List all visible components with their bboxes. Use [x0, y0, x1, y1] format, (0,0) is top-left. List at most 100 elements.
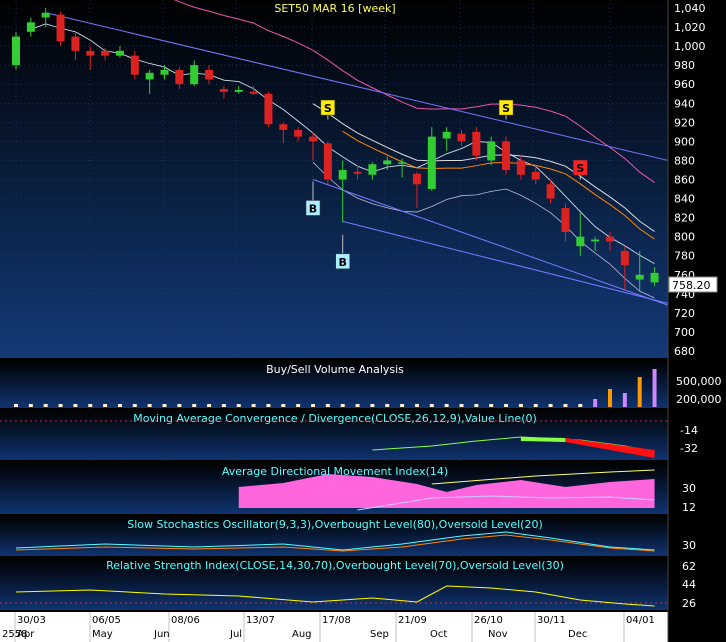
- price-tick-label: 980: [674, 59, 695, 72]
- volume-bar: [88, 404, 93, 407]
- rsi-tick-2: 44: [682, 578, 696, 591]
- date-tick-label: 21/09: [398, 615, 427, 626]
- volume-bar: [608, 389, 612, 407]
- candle-body: [145, 72, 154, 80]
- price-tick-label: 680: [674, 345, 695, 358]
- candle-body: [41, 12, 50, 18]
- candle-body: [294, 129, 303, 137]
- volume-bar: [578, 404, 583, 407]
- volume-bar: [192, 404, 197, 407]
- candle-body: [591, 239, 600, 242]
- month-label: Oct: [430, 629, 447, 640]
- month-label: Jul: [229, 629, 242, 640]
- price-tick-label: 960: [674, 78, 695, 91]
- month-label: Dec: [568, 629, 587, 640]
- volume-bar: [429, 404, 434, 407]
- candle-body: [26, 22, 35, 32]
- month-label: Jun: [153, 629, 170, 640]
- volume-bar: [385, 404, 390, 407]
- candle-body: [219, 88, 228, 92]
- month-label: Sep: [370, 629, 389, 640]
- stochastic-tick-1: 30: [682, 539, 696, 552]
- price-axis: 1,040 1,020 1,000 980 960 940 920 900 880 860 840 8…: [674, 2, 706, 358]
- candle-body: [383, 160, 392, 165]
- volume-bar: [281, 404, 286, 407]
- candle-body: [338, 169, 347, 180]
- candle-body: [576, 236, 585, 247]
- candle-body: [412, 173, 421, 185]
- chart-window: S B B S S SET50 MAR 16 [week] 1,040 1,020 1,00…: [0, 0, 726, 642]
- volume-bar: [162, 404, 167, 407]
- price-tick-label: 1,040: [674, 2, 706, 15]
- candle-body: [175, 69, 184, 85]
- volume-bar: [593, 399, 598, 407]
- price-tick-label: 920: [674, 116, 695, 129]
- price-tick-label: 1,020: [674, 21, 706, 34]
- candle-body: [457, 133, 466, 142]
- price-tick-label: 860: [674, 174, 695, 187]
- signal-marker-label: B: [309, 202, 317, 215]
- volume-bar: [28, 404, 33, 407]
- date-tick-label: 06/05: [92, 615, 121, 626]
- price-tick-label: 780: [674, 250, 695, 263]
- volume-bar: [355, 404, 360, 407]
- price-tick-label: 820: [674, 212, 695, 225]
- price-tick-label: 840: [674, 193, 695, 206]
- volume-tick-1: 500,000: [676, 375, 722, 388]
- stock-chart-svg: S B B S S SET50 MAR 16 [week] 1,040 1,020 1,00…: [0, 0, 722, 642]
- candle-body: [650, 272, 659, 283]
- rsi-title: Relative Strength Index(CLOSE,14,30,70),…: [106, 559, 564, 572]
- candle-body: [264, 93, 273, 125]
- candle-body: [56, 14, 65, 42]
- volume-bar: [652, 369, 657, 407]
- candle-body: [205, 69, 214, 80]
- candle-body: [234, 89, 243, 92]
- candle-body: [472, 131, 481, 156]
- candle-body: [249, 91, 258, 94]
- candle-body: [606, 236, 614, 242]
- volume-bar: [58, 404, 63, 407]
- candle-body: [427, 136, 436, 190]
- volume-bar: [370, 404, 375, 407]
- volume-bar: [73, 404, 78, 407]
- volume-bar: [563, 404, 568, 407]
- candle-body: [115, 50, 124, 56]
- date-tick-label: 17/08: [322, 615, 351, 626]
- volume-bar: [43, 404, 48, 407]
- signal-marker-label: B: [339, 256, 347, 269]
- candle-body: [160, 69, 169, 75]
- last-price-value: 758.20: [672, 279, 711, 292]
- candle-body: [309, 136, 317, 142]
- volume-bar: [518, 404, 523, 407]
- volume-bar: [637, 377, 642, 407]
- candle-body: [71, 36, 80, 51]
- price-panel: [0, 0, 668, 358]
- month-label: Aug: [292, 629, 312, 640]
- candle-body: [487, 141, 496, 161]
- volume-bar: [622, 393, 627, 407]
- volume-bar: [400, 404, 405, 407]
- price-tick-label: 700: [674, 326, 695, 339]
- volume-bar: [548, 404, 553, 407]
- price-tick-label: 800: [674, 231, 695, 244]
- stochastic-title: Slow Stochastics Oscillator(9,3,3),Overb…: [127, 518, 543, 531]
- rsi-tick-3: 26: [682, 597, 696, 610]
- volume-bar: [296, 404, 301, 407]
- price-tick-label: 900: [674, 135, 695, 148]
- candle-body: [12, 36, 20, 66]
- volume-bar: [474, 404, 479, 407]
- volume-bar: [266, 404, 271, 407]
- date-tick-label: 30/03: [17, 615, 46, 626]
- volume-bar: [103, 404, 108, 407]
- date-tick-label: 13/07: [246, 615, 275, 626]
- date-tick-label: 30/11: [537, 615, 566, 626]
- candle-body: [279, 124, 288, 130]
- price-tick-label: 720: [674, 307, 695, 320]
- volume-bar: [459, 404, 464, 407]
- volume-bar: [132, 404, 137, 407]
- candle-body: [561, 208, 570, 232]
- volume-title: Buy/Sell Volume Analysis: [266, 363, 404, 376]
- volume-bar: [414, 404, 419, 407]
- adx-tick-1: 30: [682, 482, 696, 495]
- candle-body: [442, 131, 451, 139]
